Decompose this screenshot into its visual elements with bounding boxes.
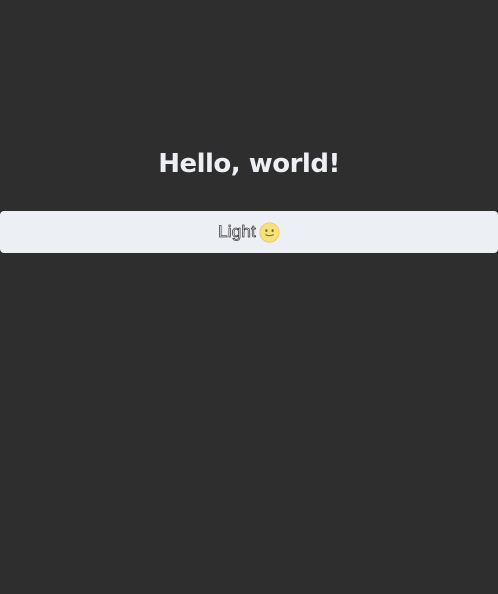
smiley-face-icon xyxy=(259,221,280,243)
theme-toggle-label: Light xyxy=(218,222,256,242)
page-title: Hello, world! xyxy=(158,149,340,179)
theme-toggle-button[interactable]: Light xyxy=(0,211,498,253)
